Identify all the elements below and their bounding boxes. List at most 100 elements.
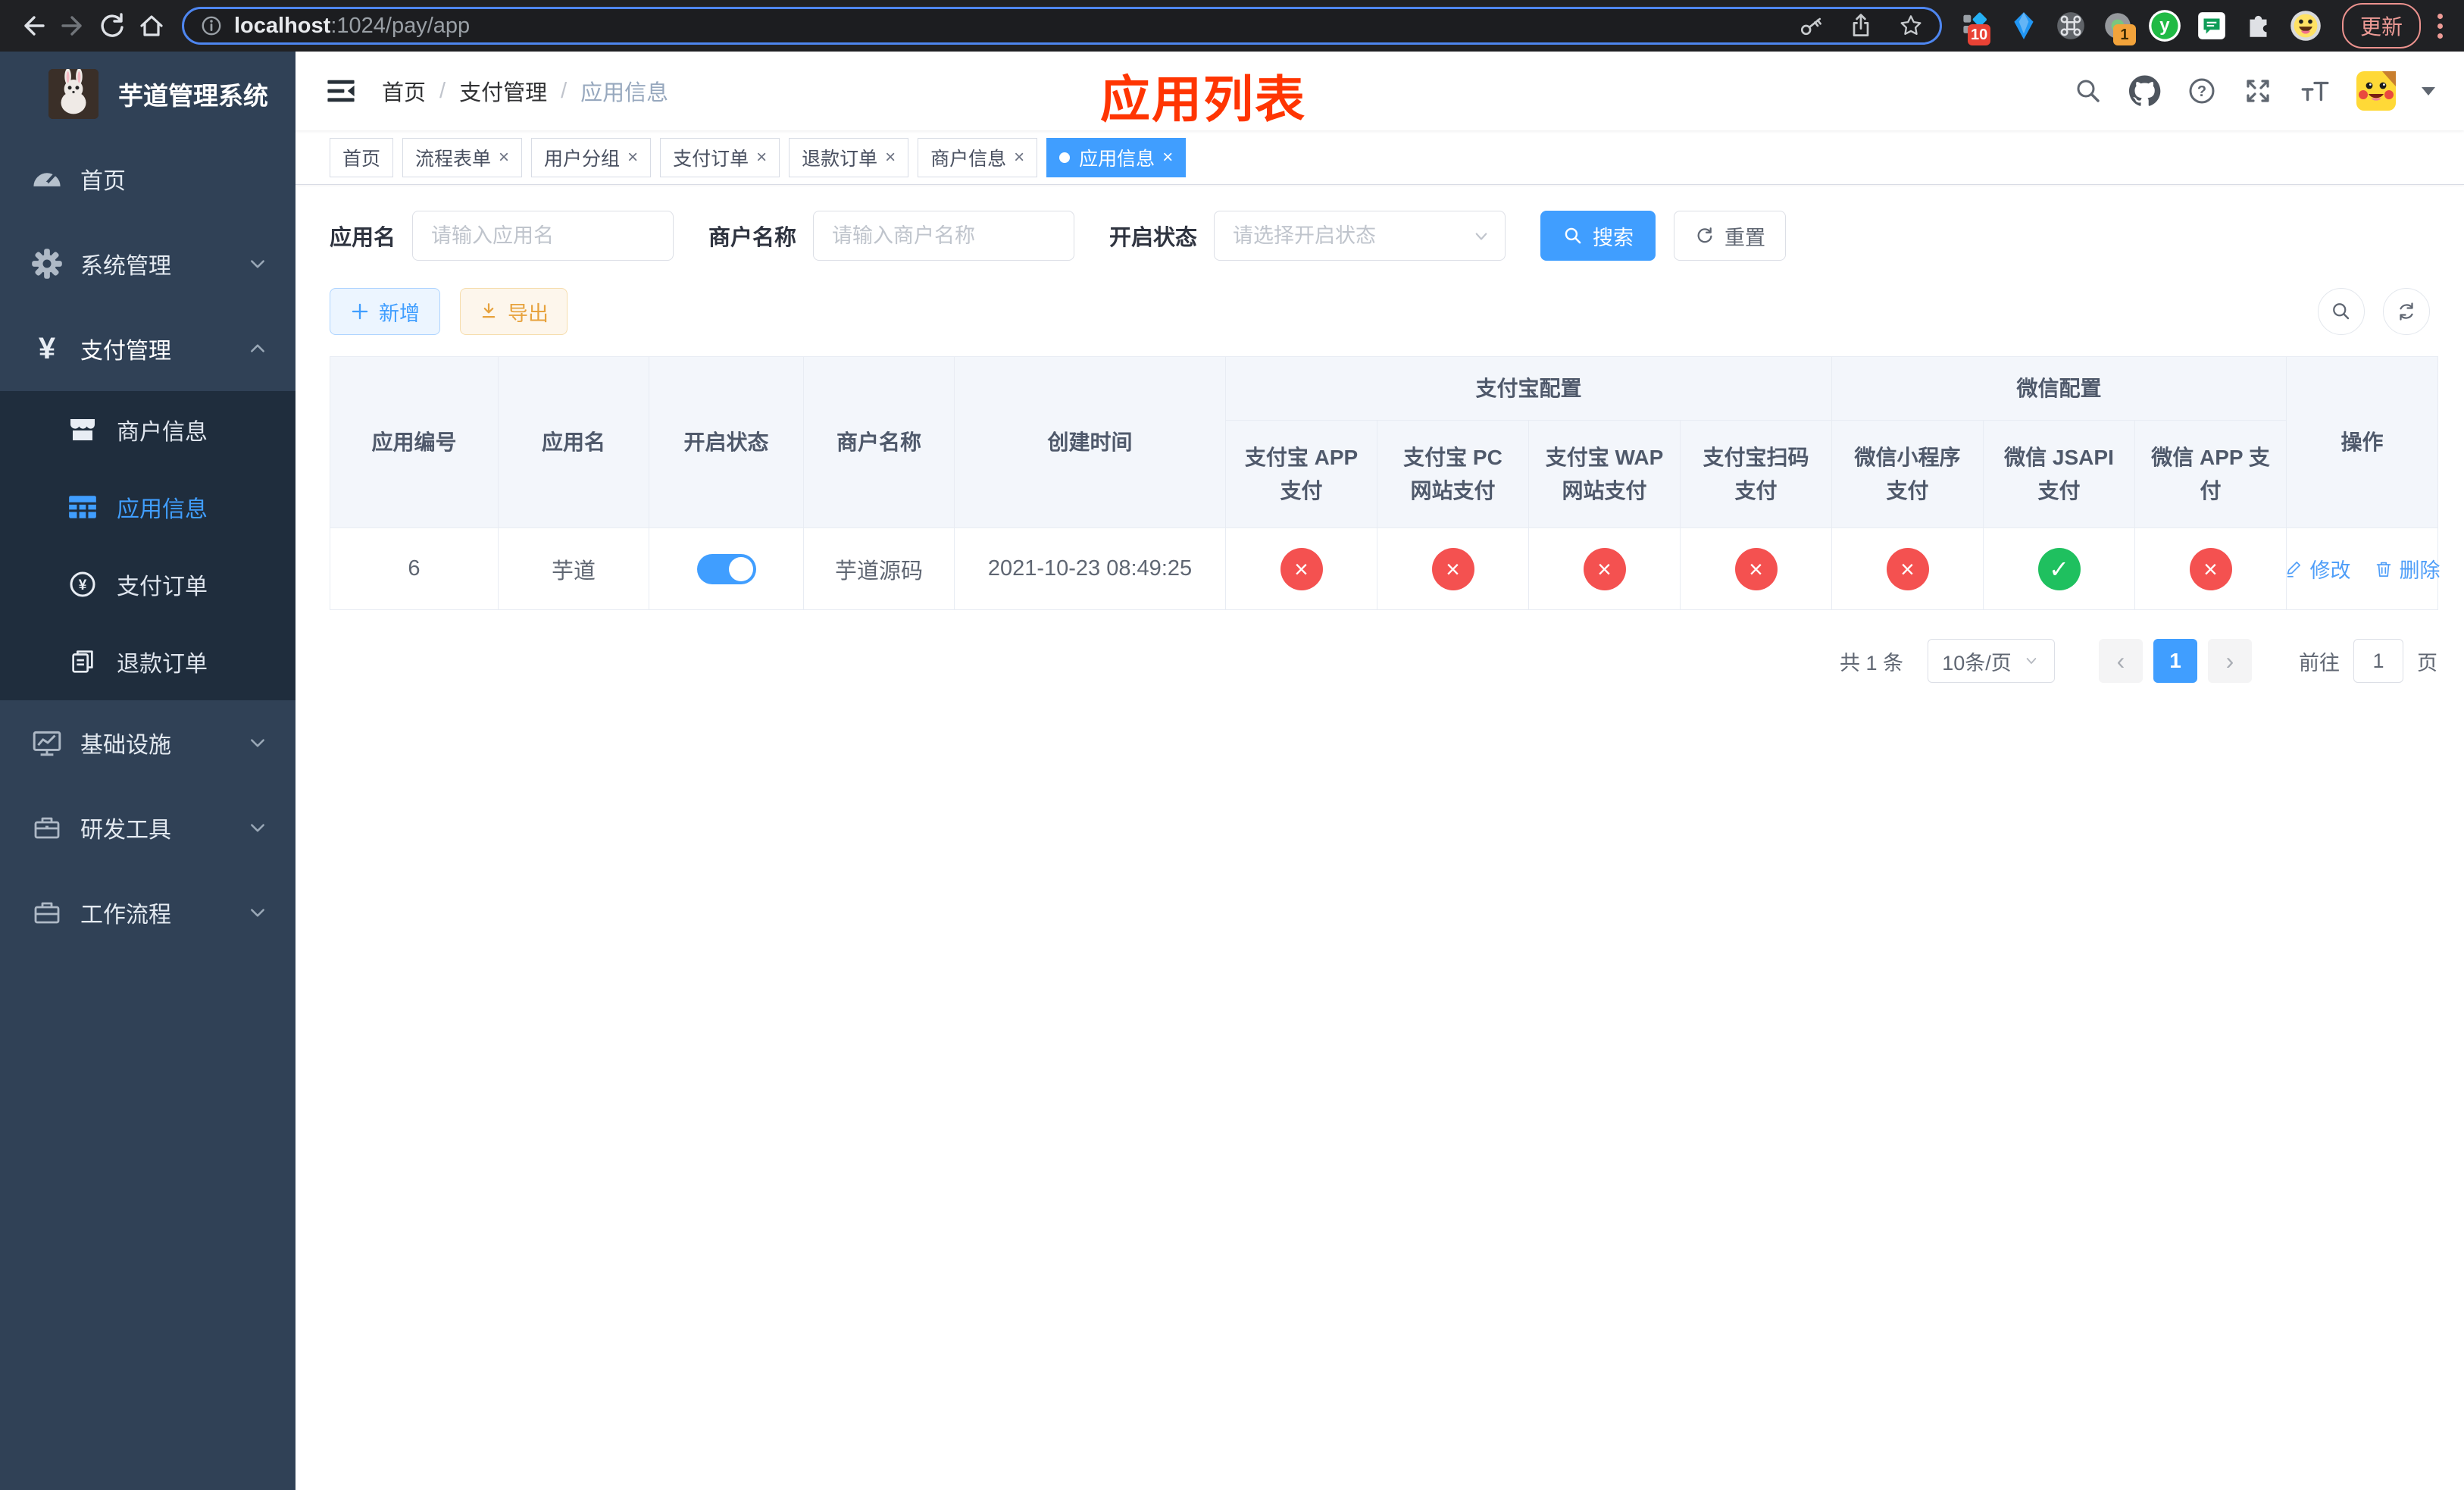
sidebar-item-workflow[interactable]: 工作流程 xyxy=(0,870,295,955)
bookmark-star-icon[interactable] xyxy=(1897,12,1925,39)
browser-forward-button[interactable] xyxy=(53,6,92,45)
download-icon xyxy=(482,303,496,318)
delete-link[interactable]: 删除 xyxy=(2374,554,2441,584)
browser-update-button[interactable]: 更新 xyxy=(2341,3,2421,49)
extensions-puzzle-icon[interactable] xyxy=(2242,9,2275,42)
help-icon[interactable]: ? xyxy=(2187,76,2217,106)
sidebar-item-label: 退款订单 xyxy=(117,652,208,677)
export-button[interactable]: 导出 xyxy=(460,288,568,335)
wx-app-status-icon: × xyxy=(2189,547,2232,590)
sidebar-item-pay-order[interactable]: ¥ 支付订单 xyxy=(0,546,295,623)
browser-home-button[interactable] xyxy=(132,6,171,45)
github-icon[interactable] xyxy=(2129,75,2161,107)
password-key-icon[interactable] xyxy=(1797,12,1825,39)
font-size-icon[interactable] xyxy=(2299,75,2331,107)
fullscreen-icon[interactable] xyxy=(2243,76,2273,106)
sidebar-item-app-info[interactable]: 应用信息 xyxy=(0,468,295,546)
next-page-button[interactable]: › xyxy=(2208,639,2252,683)
app-name-input[interactable] xyxy=(412,211,674,261)
sidebar-item-payment[interactable]: ¥ 支付管理 xyxy=(0,306,295,391)
toolbox-icon xyxy=(30,812,64,843)
status-select-input[interactable] xyxy=(1214,211,1506,261)
col-wx-jsapi: 微信 JSAPI 支付 xyxy=(1983,420,2136,528)
col-alipay-pc: 支付宝 PC 网站支付 xyxy=(1377,420,1529,528)
merchant-name-input[interactable] xyxy=(813,211,1075,261)
close-icon[interactable]: × xyxy=(499,147,509,168)
sidebar-item-merchant-info[interactable]: 商户信息 xyxy=(0,391,295,468)
svg-text:¥: ¥ xyxy=(79,578,87,593)
cell-created: 2021-10-23 08:49:25 xyxy=(954,527,1226,610)
cell-status xyxy=(649,527,804,610)
browser-menu-icon[interactable] xyxy=(2430,9,2450,43)
close-icon[interactable]: × xyxy=(1162,147,1173,168)
col-wx-app: 微信 APP 支付 xyxy=(2134,420,2287,528)
goto-page-input[interactable] xyxy=(2353,639,2403,683)
col-wx-mini: 微信小程序支付 xyxy=(1831,420,1984,528)
cell-app-name: 芋道 xyxy=(498,527,649,610)
extension-chat-icon[interactable] xyxy=(2195,9,2228,42)
status-toggle[interactable] xyxy=(696,553,756,584)
extension-yudao-icon[interactable]: y xyxy=(2148,9,2181,42)
extension-badge: 10 xyxy=(1967,24,1991,45)
alipay-app-status-icon: × xyxy=(1280,547,1323,590)
sidebar-item-dev-tools[interactable]: 研发工具 xyxy=(0,785,295,870)
close-icon[interactable]: × xyxy=(1014,147,1024,168)
refresh-table-button[interactable] xyxy=(2383,288,2430,335)
breadcrumb-current: 应用信息 xyxy=(580,81,669,105)
add-button[interactable]: 新增 xyxy=(330,288,440,335)
extension-gem-icon[interactable] xyxy=(2007,9,2040,42)
extension-command-icon[interactable] xyxy=(2054,9,2087,42)
header-search-icon[interactable] xyxy=(2073,76,2103,106)
profile-avatar-icon[interactable] xyxy=(2289,9,2322,42)
tab-process-form[interactable]: 流程表单 × xyxy=(402,137,523,177)
group-alipay-config: 支付宝配置 xyxy=(1224,356,1833,421)
sidebar-item-infra[interactable]: 基础设施 xyxy=(0,700,295,785)
share-icon[interactable] xyxy=(1847,12,1875,39)
sidebar-item-system[interactable]: 系统管理 xyxy=(0,221,295,306)
tab-home[interactable]: 首页 xyxy=(330,137,394,177)
url-text: localhost:1024/pay/app xyxy=(234,13,471,38)
search-form: 应用名 商户名称 开启状态 xyxy=(330,211,2430,261)
prev-page-button[interactable]: ‹ xyxy=(2099,639,2143,683)
col-merchant: 商户名称 xyxy=(803,356,955,528)
refresh-icon xyxy=(2400,302,2413,321)
page-size-select[interactable]: 10条/页 xyxy=(1928,639,2055,683)
goto-label: 前往 xyxy=(2299,651,2340,675)
sidebar-collapse-icon[interactable] xyxy=(324,74,358,108)
sidebar-item-label: 支付订单 xyxy=(117,574,208,599)
close-icon[interactable]: × xyxy=(885,147,896,168)
avatar-caret-icon[interactable] xyxy=(2422,86,2435,95)
show-search-button[interactable] xyxy=(2318,288,2365,335)
tab-merchant-info[interactable]: 商户信息 × xyxy=(918,137,1038,177)
page-number-1[interactable]: 1 xyxy=(2153,639,2197,683)
breadcrumb-separator: / xyxy=(561,78,568,103)
address-bar[interactable]: localhost:1024/pay/app xyxy=(182,7,1942,45)
chevron-down-icon xyxy=(242,251,273,277)
chevron-down-icon xyxy=(242,900,273,925)
navbar-actions: ? xyxy=(2073,71,2435,111)
status-select[interactable] xyxy=(1214,211,1506,261)
breadcrumb-payment[interactable]: 支付管理 xyxy=(459,75,547,107)
tab-app-info[interactable]: 应用信息 × xyxy=(1046,137,1187,177)
breadcrumb-home[interactable]: 首页 xyxy=(382,75,426,107)
sidebar-item-label: 应用信息 xyxy=(117,497,208,522)
browser-reload-button[interactable] xyxy=(92,6,132,45)
tab-refund-order[interactable]: 退款订单 × xyxy=(789,137,909,177)
site-info-icon[interactable] xyxy=(199,14,224,38)
forward-arrow-icon xyxy=(61,16,82,36)
tab-pay-order[interactable]: 支付订单 × xyxy=(660,137,780,177)
sidebar-item-home[interactable]: 首页 xyxy=(0,136,295,221)
edit-link[interactable]: 修改 xyxy=(2284,554,2351,584)
sidebar-logo[interactable]: 芋道管理系统 xyxy=(0,52,295,136)
extension-tag-manager-icon[interactable]: 10 xyxy=(1960,9,1993,45)
user-avatar[interactable] xyxy=(2356,71,2396,111)
search-button[interactable]: 搜索 xyxy=(1540,211,1656,261)
tab-user-group[interactable]: 用户分组 × xyxy=(531,137,652,177)
sidebar-item-refund-order[interactable]: 退款订单 xyxy=(0,623,295,700)
reset-button[interactable]: 重置 xyxy=(1674,211,1787,261)
extension-recorder-icon[interactable]: 1 xyxy=(2101,9,2136,45)
col-app-name: 应用名 xyxy=(498,356,649,528)
browser-back-button[interactable] xyxy=(14,6,53,45)
close-icon[interactable]: × xyxy=(627,147,638,168)
close-icon[interactable]: × xyxy=(756,147,767,168)
